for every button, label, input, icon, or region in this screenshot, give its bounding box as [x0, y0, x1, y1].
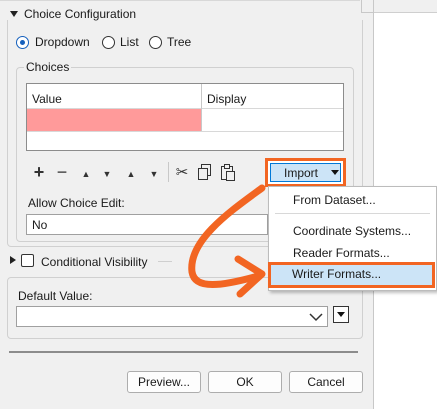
- annotation-arrow: [188, 184, 266, 298]
